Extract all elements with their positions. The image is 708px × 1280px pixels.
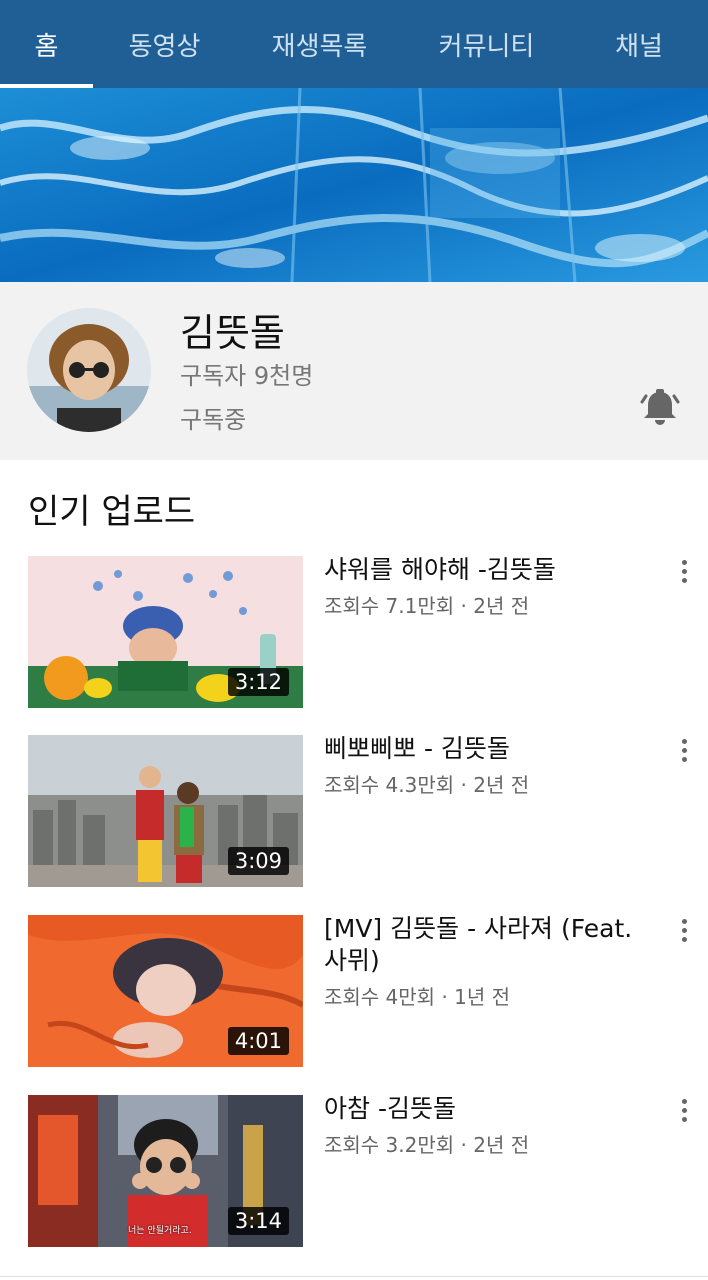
channel-info: 김뜻돌 구독자 9천명 구독중 [0, 282, 708, 460]
video-thumbnail[interactable]: 너는 안될거라고. 3:14 [28, 1095, 303, 1247]
video-duration: 3:09 [227, 847, 289, 875]
video-duration: 4:01 [227, 1027, 289, 1055]
more-options-icon[interactable] [674, 737, 694, 767]
video-meta: 조회수 3.2만회 · 2년 전 [324, 1133, 530, 1157]
channel-tab-bar: 홈 동영상 재생목록 커뮤니티 채널 [0, 0, 708, 88]
bell-icon[interactable] [638, 386, 682, 430]
tab-channel[interactable]: 채널 [570, 0, 708, 88]
channel-banner [0, 88, 708, 282]
video-duration: 3:14 [227, 1207, 289, 1235]
video-title[interactable]: 아참 -김뜻돌 [324, 1093, 654, 1125]
video-meta: 조회수 7.1만회 · 2년 전 [324, 594, 530, 618]
tab-community[interactable]: 커뮤니티 [403, 0, 570, 88]
video-item: 4:01 [MV] 김뜻돌 - 사라져 (Feat.사뮈) 조회수 4만회 · … [0, 913, 708, 1067]
video-thumbnail[interactable]: 3:12 [28, 556, 303, 708]
tab-videos-label: 동영상 [128, 31, 201, 62]
video-title[interactable]: 삐뽀삐뽀 - 김뜻돌 [324, 733, 654, 765]
video-thumbnail[interactable]: 4:01 [28, 915, 303, 1067]
more-options-icon[interactable] [674, 1097, 694, 1127]
more-options-icon[interactable] [674, 558, 694, 588]
tab-channel-label: 채널 [615, 31, 663, 62]
subscribed-status[interactable]: 구독중 [180, 400, 246, 435]
tab-home[interactable]: 홈 [0, 0, 93, 88]
video-meta: 조회수 4.3만회 · 2년 전 [324, 773, 530, 797]
tab-playlists-label: 재생목록 [271, 31, 368, 62]
video-title[interactable]: 샤워를 해야해 -김뜻돌 [324, 554, 654, 586]
video-thumbnail[interactable]: 3:09 [28, 735, 303, 887]
video-item: 3:12 샤워를 해야해 -김뜻돌 조회수 7.1만회 · 2년 전 [0, 554, 708, 708]
video-item: 3:09 삐뽀삐뽀 - 김뜻돌 조회수 4.3만회 · 2년 전 [0, 733, 708, 887]
video-title[interactable]: [MV] 김뜻돌 - 사라져 (Feat.사뮈) [324, 913, 654, 977]
video-meta: 조회수 4만회 · 1년 전 [324, 985, 511, 1009]
tab-community-label: 커뮤니티 [438, 31, 535, 62]
tab-videos[interactable]: 동영상 [93, 0, 236, 88]
divider [0, 1276, 708, 1277]
channel-name: 김뜻돌 [180, 311, 285, 355]
more-options-icon[interactable] [674, 917, 694, 947]
thumbnail-subtitle: 너는 안될거라고. [128, 1226, 192, 1236]
tab-home-label: 홈 [34, 31, 59, 62]
subscriber-count: 구독자 9천명 [180, 362, 314, 390]
video-item: 너는 안될거라고. 3:14 아참 -김뜻돌 조회수 3.2만회 · 2년 전 [0, 1093, 708, 1247]
tab-playlists[interactable]: 재생목록 [236, 0, 403, 88]
section-title: 인기 업로드 [28, 492, 196, 532]
channel-avatar[interactable] [27, 308, 151, 432]
video-duration: 3:12 [227, 668, 289, 696]
